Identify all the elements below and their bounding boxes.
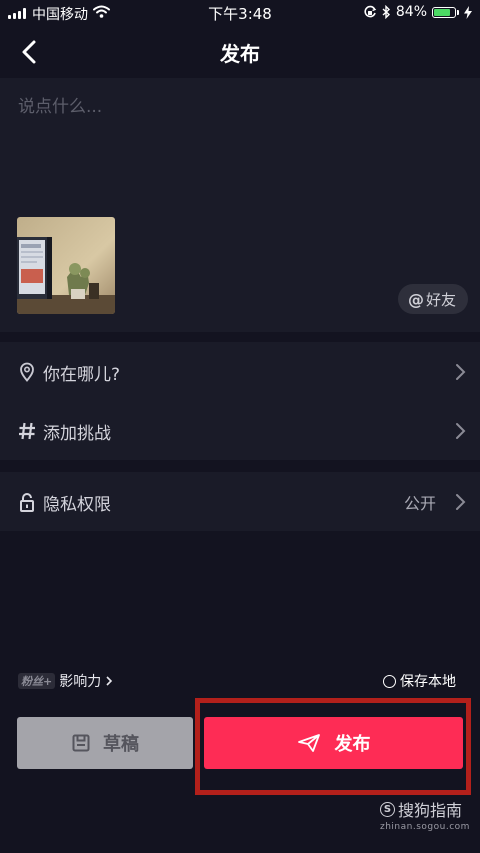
- chevron-right-icon: [456, 364, 466, 380]
- draft-icon: [72, 734, 90, 752]
- save-local-toggle[interactable]: 保存本地: [383, 671, 456, 691]
- draft-label: 草稿: [103, 734, 139, 755]
- orientation-lock-icon: [364, 5, 377, 18]
- mention-label: 好友: [425, 290, 456, 309]
- battery-cap: [457, 9, 459, 15]
- caption-input[interactable]: [18, 92, 458, 122]
- watermark-brand: 搜狗指南: [398, 801, 463, 820]
- privacy-row[interactable]: 隐私权限 公开: [0, 473, 480, 531]
- nav-bar: 发布: [0, 26, 480, 78]
- charging-icon: [464, 5, 472, 19]
- location-pin-icon: [20, 362, 34, 382]
- draft-button[interactable]: 草稿: [17, 717, 193, 769]
- video-thumbnail[interactable]: [17, 217, 115, 314]
- lock-open-icon: [20, 493, 34, 512]
- status-bar: 中国移动 下午3:48 84%: [0, 0, 480, 26]
- challenge-label: 添加挑战: [43, 423, 111, 444]
- mention-friends-button[interactable]: @ 好友: [397, 284, 468, 314]
- location-label: 你在哪儿?: [43, 364, 121, 385]
- chevron-right-icon: [106, 676, 113, 686]
- compose-area: @ 好友: [0, 78, 480, 332]
- challenge-row[interactable]: 添加挑战: [0, 402, 480, 460]
- privacy-card: 隐私权限 公开: [0, 472, 480, 531]
- at-icon: @: [407, 289, 424, 309]
- sogou-logo: S: [380, 801, 395, 817]
- page-title: 发布: [220, 42, 260, 66]
- radio-unchecked-icon: [383, 674, 396, 688]
- chevron-right-icon: [456, 494, 466, 510]
- sogou-watermark: S 搜狗指南 zhinan.sogou.com: [380, 797, 470, 832]
- options-card: 你在哪儿? 添加挑战: [0, 342, 480, 460]
- influence-link[interactable]: 粉丝+ 影响力: [18, 671, 113, 691]
- save-local-label: 保存本地: [400, 674, 456, 690]
- chevron-right-icon: [456, 423, 466, 439]
- location-row[interactable]: 你在哪儿?: [0, 343, 480, 401]
- bluetooth-icon: [382, 5, 390, 19]
- battery-icon: [432, 6, 456, 18]
- battery-percent: 84%: [395, 4, 427, 20]
- privacy-label: 隐私权限: [43, 494, 111, 515]
- watermark-url: zhinan.sogou.com: [380, 822, 470, 832]
- fans-badge: 粉丝+: [18, 673, 56, 689]
- highlight-annotation-box: [195, 698, 471, 795]
- hashtag-icon: [19, 422, 35, 440]
- privacy-value: 公开: [403, 494, 436, 513]
- influence-label: 影响力: [59, 674, 102, 690]
- thumbnail-image: [17, 217, 115, 314]
